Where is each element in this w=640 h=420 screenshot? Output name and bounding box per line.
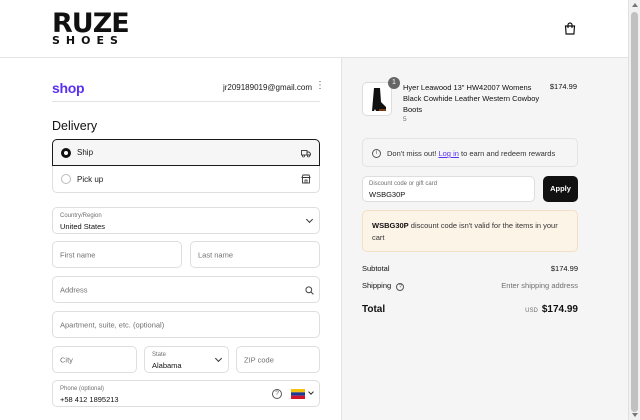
shop-pay-logo[interactable]: shop <box>52 80 85 96</box>
ruze-shoes-logo[interactable]: RUZE SHOES <box>52 8 130 47</box>
country-select[interactable]: Country/Region United States <box>52 207 320 234</box>
more-vertical-icon[interactable]: ⋮ <box>315 81 325 91</box>
store-icon <box>301 174 311 184</box>
login-link[interactable]: Log in <box>438 149 458 158</box>
checkout-form-column: shop jr209189019@gmail.com ⋮ Delivery Sh… <box>0 58 341 420</box>
total-label: Total <box>362 304 386 315</box>
apartment-placeholder: Apartment, suite, etc. (optional) <box>60 320 165 329</box>
total-amount: USD $174.99 <box>525 304 578 315</box>
search-icon[interactable] <box>305 286 314 295</box>
subtotal-row: Subtotal $174.99 <box>362 264 578 273</box>
chevron-down-icon <box>214 354 223 363</box>
chevron-down-icon[interactable] <box>308 389 314 395</box>
total-row: Total USD $174.99 <box>362 304 578 315</box>
state-value: Alabama <box>152 361 182 370</box>
rewards-text-pre: Don't miss out! <box>387 149 437 158</box>
page-scrollbar[interactable] <box>628 0 640 420</box>
rewards-text-post: to earn and redeem rewards <box>461 149 556 158</box>
product-variant: 5 <box>403 116 407 123</box>
address-field[interactable]: Address <box>52 276 320 303</box>
phone-value: +58 412 1895213 <box>60 395 119 404</box>
scroll-down-arrow[interactable] <box>632 413 638 417</box>
chevron-down-icon <box>305 215 314 224</box>
logo-line1: RUZE <box>52 8 130 39</box>
product-name: Hyer Leawood 13" HW42007 Womens Black Co… <box>403 83 540 114</box>
pickup-radio[interactable] <box>61 174 71 184</box>
last-name-placeholder: Last name <box>198 250 234 259</box>
rewards-text: Don't miss out! Log in to earn and redee… <box>387 149 555 158</box>
order-summary-column: 1 Hyer Leawood 13" HW42007 Womens Black … <box>341 58 628 420</box>
divider <box>52 101 320 102</box>
scroll-up-arrow[interactable] <box>632 3 638 7</box>
discount-label: Discount code or gift card <box>369 181 438 187</box>
venezuela-flag-icon[interactable] <box>291 389 305 399</box>
zip-placeholder: ZIP code <box>244 355 274 364</box>
phone-label: Phone (optional) <box>60 386 105 392</box>
shipping-value: Enter shipping address <box>501 281 578 290</box>
ship-label: Ship <box>77 148 94 157</box>
delivery-option-pickup[interactable]: Pick up <box>52 166 320 193</box>
quantity-badge: 1 <box>388 77 400 89</box>
phone-field[interactable]: Phone (optional) +58 412 1895213 ? <box>52 380 320 407</box>
info-icon: i <box>372 149 381 158</box>
state-label: State <box>152 352 167 358</box>
discount-warning: WSBG30P discount code isn't valid for th… <box>362 210 578 252</box>
last-name-field[interactable]: Last name <box>190 241 320 268</box>
product-price: $174.99 <box>549 82 577 91</box>
city-field[interactable]: City <box>52 346 137 373</box>
account-email: jr209189019@gmail.com <box>222 83 312 92</box>
state-select[interactable]: State Alabama <box>144 346 229 373</box>
site-header: RUZE SHOES <box>0 0 628 58</box>
subtotal-value: $174.99 <box>550 264 578 273</box>
help-circle-icon[interactable]: ? <box>272 389 282 399</box>
logo-line2: SHOES <box>52 34 124 47</box>
subtotal-label: Subtotal <box>362 264 390 273</box>
discount-value: WSBG30P <box>369 190 406 199</box>
help-circle-icon[interactable]: ? <box>396 283 405 291</box>
shipping-label: Shipping <box>362 281 392 290</box>
total-currency: USD <box>525 308 538 314</box>
apply-button[interactable]: Apply <box>543 176 578 202</box>
country-value: United States <box>60 222 106 231</box>
first-name-placeholder: First name <box>60 250 96 259</box>
apartment-field[interactable]: Apartment, suite, etc. (optional) <box>52 311 320 338</box>
scrollbar-thumb[interactable] <box>631 12 638 412</box>
product-thumbnail <box>362 82 392 116</box>
warning-code: WSBG30P <box>372 221 409 230</box>
ship-radio[interactable] <box>61 148 71 158</box>
discount-code-field[interactable]: Discount code or gift card WSBG30P <box>362 176 535 202</box>
cowboy-boot-image <box>372 88 386 111</box>
city-placeholder: City <box>60 355 73 364</box>
truck-icon <box>301 150 311 158</box>
shipping-row: Shipping ? Enter shipping address <box>362 281 578 291</box>
first-name-field[interactable]: First name <box>52 241 182 268</box>
country-label: Country/Region <box>60 213 102 219</box>
shopping-bag-icon[interactable] <box>564 22 576 35</box>
zip-field[interactable]: ZIP code <box>236 346 320 373</box>
rewards-banner: i Don't miss out! Log in to earn and red… <box>362 138 578 167</box>
delivery-heading: Delivery <box>52 119 98 133</box>
total-value: $174.99 <box>541 304 578 315</box>
delivery-option-ship[interactable]: Ship <box>52 139 320 166</box>
address-placeholder: Address <box>60 285 88 294</box>
pickup-label: Pick up <box>77 174 104 184</box>
